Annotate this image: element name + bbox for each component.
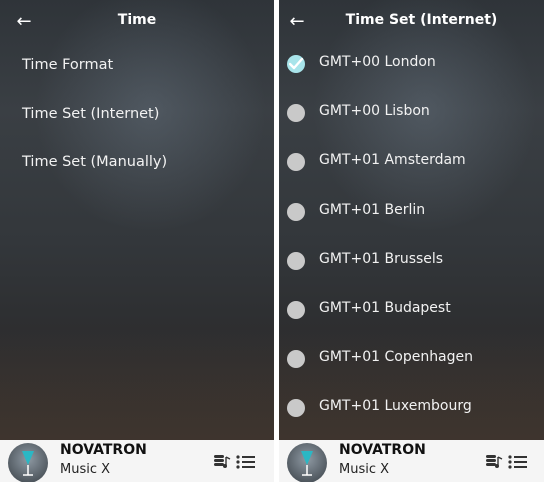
timezone-label: GMT+01 Amsterdam: [319, 152, 466, 168]
timezone-label: GMT+00 Lisbon: [319, 103, 430, 119]
header: ← Time: [0, 0, 274, 44]
radio-unchecked: [287, 104, 305, 122]
mini-player[interactable]: NOVATRON Music X: [0, 440, 274, 482]
radio-unchecked: [287, 203, 305, 221]
timezone-option[interactable]: GMT+01 Berlin: [279, 192, 544, 232]
timezone-label: GMT+01 Copenhagen: [319, 349, 474, 365]
brand-name: NOVATRON: [60, 442, 147, 458]
page-title: Time Set (Internet): [345, 12, 498, 28]
timezone-option[interactable]: GMT+01 Budapest: [279, 290, 544, 330]
music-queue-icon[interactable]: [214, 454, 232, 474]
arrow-left-icon: ←: [16, 11, 32, 32]
timezone-option[interactable]: GMT+01 Copenhagen: [279, 339, 544, 379]
header: ← Time Set (Internet): [279, 0, 544, 44]
timezone-option[interactable]: GMT+01 Brussels: [279, 241, 544, 281]
list-icon[interactable]: [508, 454, 528, 474]
timezone-label: GMT+01 Brussels: [319, 251, 444, 267]
radio-unchecked: [287, 301, 305, 319]
timezone-label: GMT+01 Berlin: [319, 202, 426, 218]
timezone-label: GMT+01 Luxembourg: [319, 398, 472, 414]
list-icon[interactable]: [236, 454, 256, 474]
page-title: Time: [117, 12, 157, 28]
timezone-option[interactable]: GMT+00 Lisbon: [279, 93, 544, 133]
novatron-logo: [8, 443, 48, 482]
timezone-option[interactable]: GMT+01 Amsterdam: [279, 142, 544, 182]
timezone-label: GMT+01 Budapest: [319, 300, 451, 316]
brand-subtitle: Music X: [60, 462, 111, 477]
novatron-logo: [287, 443, 327, 482]
menu-item-time-format[interactable]: Time Format: [22, 57, 113, 73]
time-settings-screen: ← Time Time Format Time Set (Internet) T…: [0, 0, 274, 482]
radio-unchecked: [287, 350, 305, 368]
checkmark-icon: [289, 58, 303, 70]
radio-checked: [287, 55, 305, 73]
brand-name: NOVATRON: [339, 442, 426, 458]
back-button[interactable]: ←: [285, 10, 309, 34]
mini-player[interactable]: NOVATRON Music X: [279, 440, 544, 482]
time-set-internet-screen: ← Time Set (Internet) GMT+00 London GMT+…: [279, 0, 544, 482]
menu-item-time-set-manually[interactable]: Time Set (Manually): [22, 154, 167, 170]
brand-subtitle: Music X: [339, 462, 390, 477]
timezone-option[interactable]: GMT+01 Luxembourg: [279, 388, 544, 428]
radio-unchecked: [287, 252, 305, 270]
timezone-option[interactable]: GMT+00 London: [279, 44, 544, 84]
menu-item-time-set-internet[interactable]: Time Set (Internet): [22, 106, 159, 122]
music-queue-icon[interactable]: [486, 454, 504, 474]
arrow-left-icon: ←: [289, 11, 305, 32]
timezone-label: GMT+00 London: [319, 54, 436, 70]
radio-unchecked: [287, 153, 305, 171]
back-button[interactable]: ←: [12, 10, 36, 34]
radio-unchecked: [287, 399, 305, 417]
